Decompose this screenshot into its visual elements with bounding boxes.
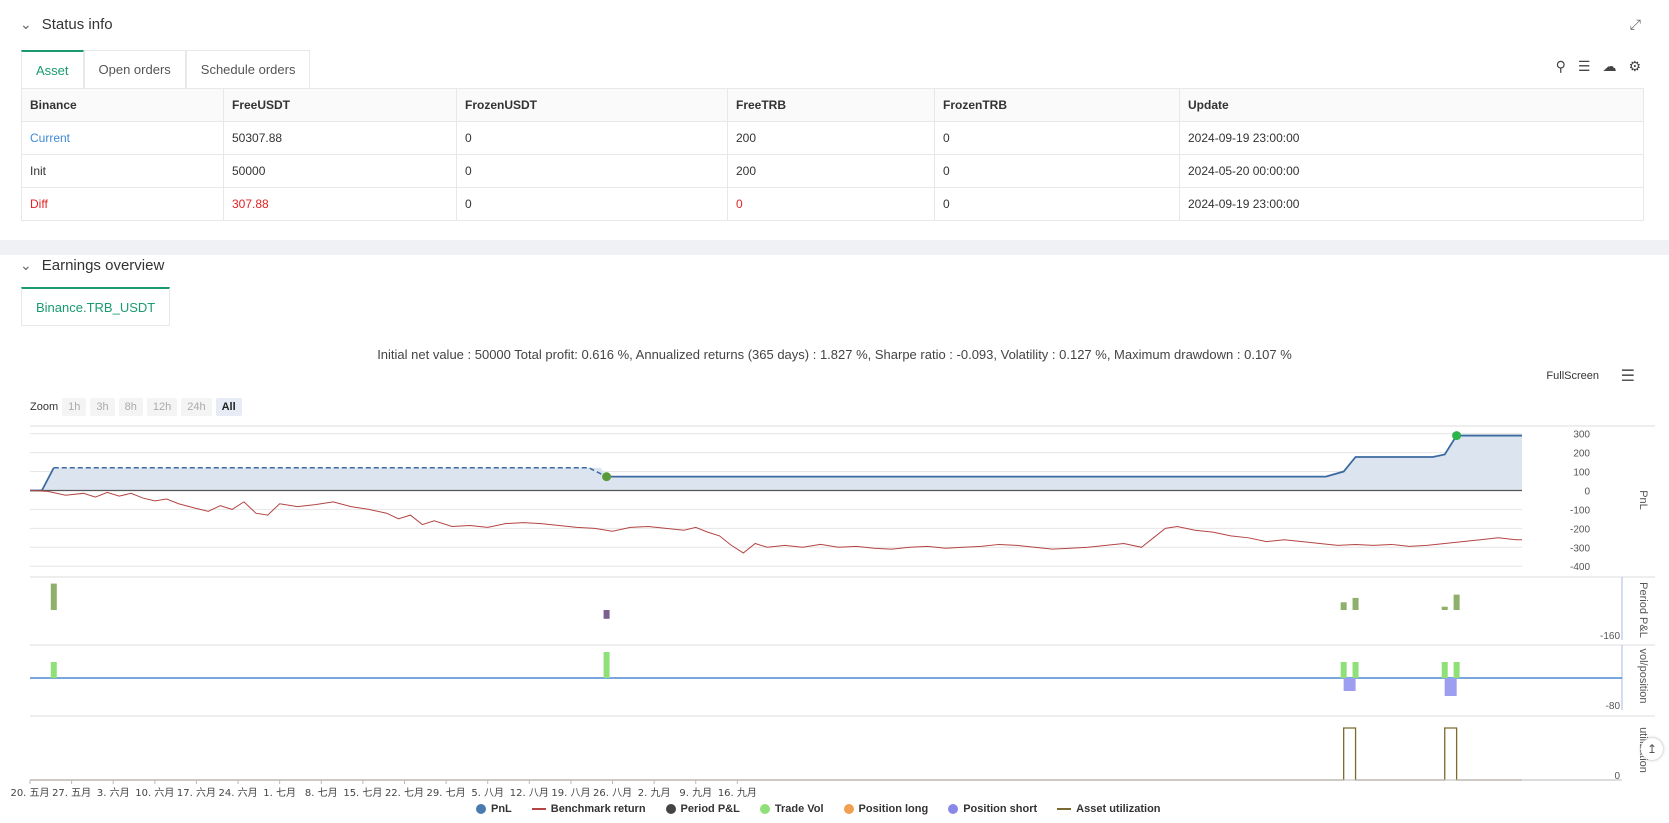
x-tick-label: 19. 八月 <box>551 787 590 799</box>
legend-tradevol-marker <box>759 804 770 814</box>
legend-position-short[interactable]: Position short <box>948 803 1037 815</box>
trade-vol-bar <box>1340 662 1347 678</box>
x-tick-label: 22. 七月 <box>385 787 424 799</box>
position-short-bar <box>1343 678 1356 691</box>
x-tick-label: 24. 六月 <box>219 787 258 799</box>
x-tick-label: 8. 七月 <box>305 787 338 799</box>
legend-trade-vol[interactable]: Trade Vol <box>759 803 824 815</box>
x-tick-label: 2. 九月 <box>638 787 671 799</box>
legend-long-marker <box>843 804 854 814</box>
x-tick-label: 3. 六月 <box>97 787 130 799</box>
period-pnl-bar <box>1352 597 1359 610</box>
period-pnl-bar <box>603 610 610 619</box>
trade-vol-bar <box>50 662 57 678</box>
x-tick-label: 15. 七月 <box>343 787 382 799</box>
trade-marker <box>602 472 612 482</box>
pnl-tick-label: 100 <box>1573 468 1590 479</box>
earnings-chart[interactable]: 300 200 100 0 -100 -200 -300 -400 PnL -160 Period … <box>0 0 1669 823</box>
vol-tick-label: -80 <box>1606 701 1621 712</box>
x-tick-label: 16. 九月 <box>718 787 757 799</box>
trade-vol-bar <box>1453 662 1460 678</box>
pnl-tick-label: -300 <box>1570 543 1590 554</box>
chart-legend: PnL Benchmark return Period P&L Trade Vo… <box>476 803 1161 815</box>
pnl-tick-label: -100 <box>1570 505 1590 516</box>
legend-label: Position long <box>858 803 929 815</box>
legend-label: Benchmark return <box>550 803 646 815</box>
legend-label: Asset utilization <box>1076 803 1161 815</box>
period-pnl-bar <box>50 583 57 610</box>
legend-position-long[interactable]: Position long <box>843 803 929 815</box>
x-tick-label: 10. 六月 <box>135 787 174 799</box>
trade-vol-bar <box>1352 662 1359 678</box>
legend-asset-utilization[interactable]: Asset utilization <box>1057 803 1161 815</box>
legend-benchmark-marker <box>531 808 546 810</box>
legend-period-pnl[interactable]: Period P&L <box>665 803 740 815</box>
x-tick-label: 12. 八月 <box>510 787 549 799</box>
legend-label: PnL <box>491 803 512 815</box>
x-tick-label: 29. 七月 <box>427 787 466 799</box>
legend-period-marker <box>665 804 676 814</box>
util-tick-label: 0 <box>1614 771 1620 782</box>
period-pnl-bar <box>1441 606 1448 610</box>
pnl-tick-label: 200 <box>1573 449 1590 460</box>
legend-label: Position short <box>963 803 1038 815</box>
legend-pnl-marker <box>476 804 486 814</box>
trade-vol-bar <box>603 652 610 678</box>
x-tick-label: 9. 九月 <box>679 787 712 799</box>
x-tick-label: 20. 五月 <box>10 787 49 799</box>
vol-axis-label: vol/position <box>1637 648 1649 703</box>
legend-pnl[interactable]: PnL <box>476 803 512 815</box>
pnl-tick-label: -400 <box>1570 562 1590 573</box>
legend-label: Period P&L <box>680 803 740 815</box>
x-tick-label: 5. 八月 <box>471 787 504 799</box>
pnl-tick-label: -200 <box>1570 524 1590 535</box>
x-tick-label: 26. 八月 <box>593 787 632 799</box>
legend-short-marker <box>948 804 959 814</box>
pnl-tick-label: 300 <box>1573 430 1590 441</box>
utilization-line <box>30 727 1522 781</box>
x-tick-label: 27. 五月 <box>52 787 91 799</box>
period-axis-label: Period P&L <box>1637 582 1649 638</box>
pnl-area <box>30 435 1522 491</box>
scroll-top-button[interactable]: ↥ <box>1641 738 1663 760</box>
position-short-bar <box>1444 678 1457 696</box>
trade-vol-bar <box>1441 662 1448 678</box>
x-tick-label: 1. 七月 <box>263 787 296 799</box>
x-tick-label: 17. 六月 <box>177 787 216 799</box>
period-tick-label: -160 <box>1600 631 1620 642</box>
pnl-axis-label: PnL <box>1637 490 1649 510</box>
legend-benchmark[interactable]: Benchmark return <box>531 803 646 815</box>
pnl-tick-label: 0 <box>1584 486 1590 497</box>
period-pnl-bar <box>1453 594 1460 610</box>
benchmark-line <box>29 489 1522 554</box>
period-pnl-bar <box>1340 602 1347 610</box>
legend-util-marker <box>1057 808 1072 810</box>
legend-label: Trade Vol <box>774 803 824 815</box>
trade-marker <box>1452 431 1462 441</box>
